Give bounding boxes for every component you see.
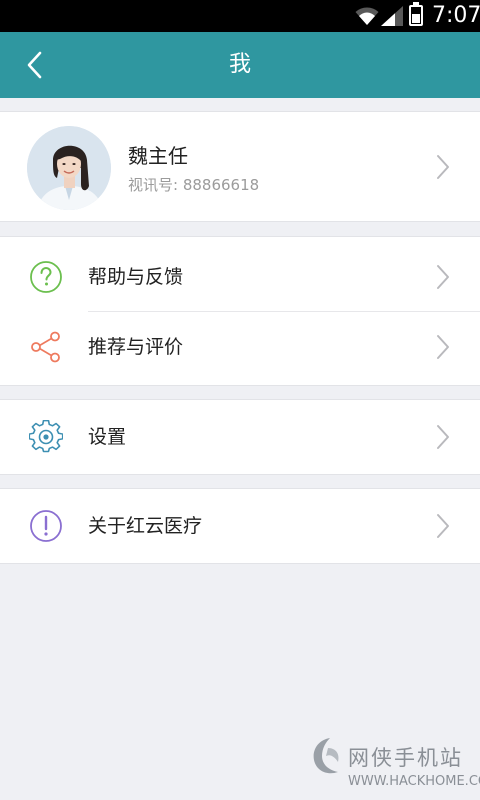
chevron-right-icon [437, 265, 449, 289]
avatar[interactable] [27, 126, 111, 210]
menu-item-label: 帮助与反馈 [88, 266, 184, 288]
clock: 7:07 [432, 3, 480, 28]
menu-item-label: 设置 [88, 426, 127, 448]
gear-icon [29, 420, 63, 453]
profile-video-id: 视讯号: 88866618 [128, 176, 260, 194]
chevron-right-icon [437, 425, 449, 449]
chevron-right-icon [437, 155, 449, 179]
profile-name: 魏主任 [128, 144, 188, 168]
chevron-right-icon [437, 335, 449, 359]
help-question-icon [30, 261, 62, 293]
page-title: 我 [228, 52, 251, 77]
doctor-avatar [27, 126, 111, 210]
info-exclamation-icon [30, 510, 62, 542]
menu-group-1: 帮助与反馈 推荐与评价 [0, 236, 480, 386]
menu-item-settings[interactable]: 设置 [0, 400, 480, 474]
menu-group-2: 设置 [0, 399, 480, 475]
menu-item-about[interactable]: 关于红云医疗 [0, 489, 480, 563]
battery-icon [409, 2, 423, 26]
watermark-title: 网侠手机站 [348, 746, 463, 770]
wifi-icon [355, 7, 379, 25]
menu-item-recommend[interactable]: 推荐与评价 [0, 310, 480, 384]
signal-icon [381, 6, 403, 26]
menu-item-help[interactable]: 帮助与反馈 [0, 240, 480, 314]
share-icon [31, 331, 60, 363]
menu-group-3: 关于红云医疗 [0, 488, 480, 564]
watermark: 网侠手机站 WWW.HACKHOME.COM [308, 732, 480, 800]
watermark-logo-icon [313, 738, 339, 774]
status-bar: 7:07 [0, 0, 480, 32]
chevron-right-icon [437, 514, 449, 538]
profile-card[interactable]: 魏主任 视讯号: 88866618 [0, 111, 480, 222]
watermark-url: WWW.HACKHOME.COM [348, 774, 480, 789]
menu-item-label: 推荐与评价 [88, 336, 184, 358]
menu-item-label: 关于红云医疗 [88, 515, 203, 537]
title-bar: 我 [0, 32, 480, 98]
